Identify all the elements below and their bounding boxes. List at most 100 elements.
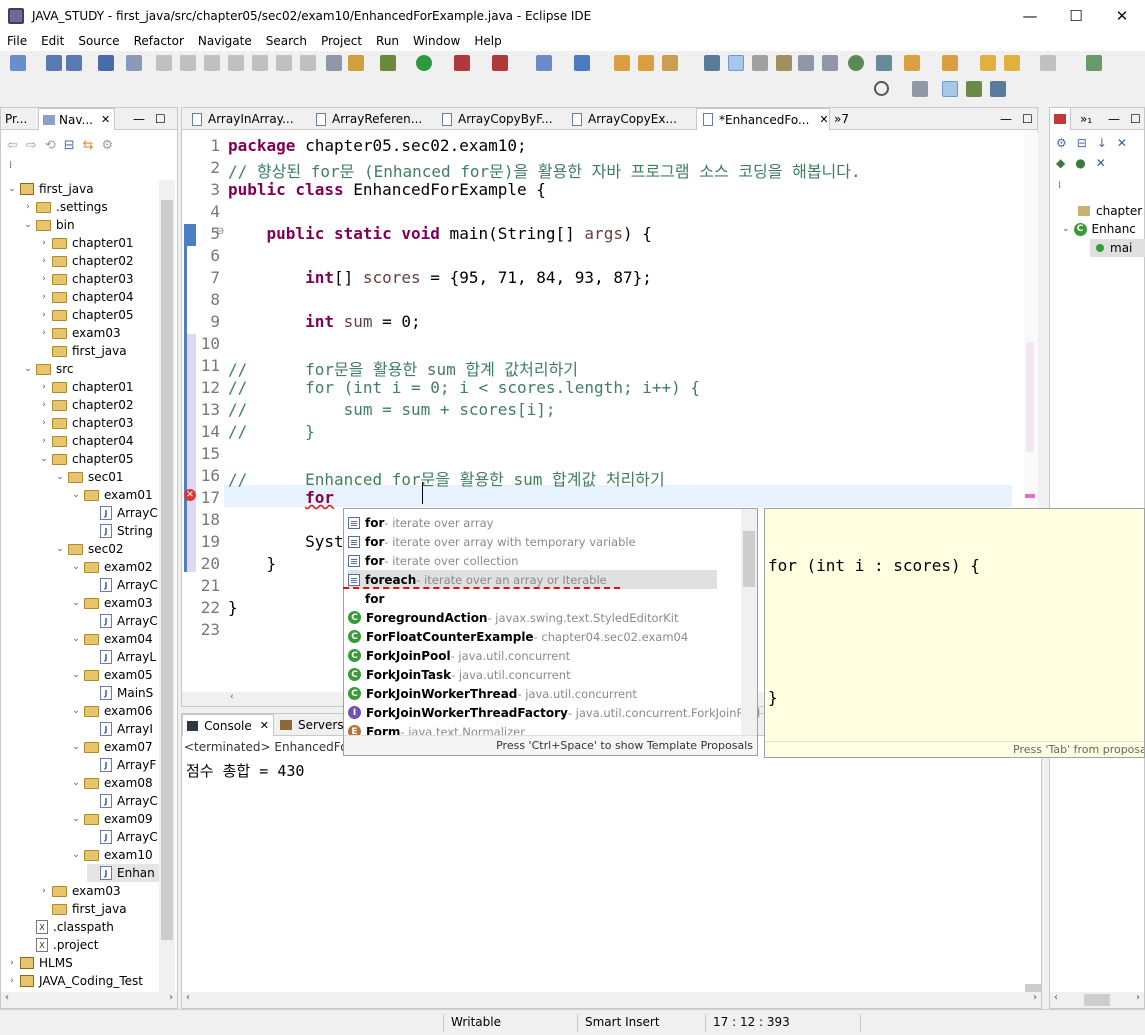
tree-item[interactable]: X .project — [23, 936, 98, 954]
console-scroll-corner[interactable] — [1025, 984, 1041, 992]
chevron-down-icon[interactable]: ⌄ — [71, 742, 81, 752]
suspend-icon[interactable] — [180, 55, 196, 71]
maximize-view-icon[interactable]: ☐ — [1126, 108, 1145, 130]
tree-item[interactable]: ⌄ exam06 — [71, 702, 152, 720]
chevron-down-icon[interactable]: ⌄ — [55, 472, 65, 482]
tree-item[interactable]: › chapter02 — [39, 396, 133, 414]
open-type-icon[interactable] — [614, 55, 630, 71]
search-icon[interactable] — [874, 81, 889, 96]
outline-item-method[interactable]: mai — [1090, 239, 1145, 257]
editor-tab[interactable]: ArrayInArray... — [186, 108, 304, 130]
save-icon[interactable] — [46, 55, 62, 71]
chevron-down-icon[interactable]: ⌄ — [23, 220, 33, 230]
chevron-right-icon[interactable]: › — [39, 274, 49, 284]
tab-servers[interactable]: Servers — [276, 714, 348, 736]
chevron-down-icon[interactable]: ⌄ — [71, 490, 81, 500]
new-class-icon[interactable] — [574, 55, 590, 71]
menu-edit[interactable]: Edit — [34, 34, 71, 48]
tree-item[interactable]: J ArrayF — [87, 756, 156, 774]
up-icon[interactable]: ⟲ — [45, 138, 56, 156]
code-line[interactable]: for — [228, 488, 334, 507]
chevron-down-icon[interactable]: ⌄ — [71, 562, 81, 572]
close-button[interactable]: ✕ — [1099, 0, 1145, 31]
menu-project[interactable]: Project — [314, 34, 369, 48]
sort-icon[interactable]: ↓ — [1097, 136, 1107, 150]
hide-local-types-icon[interactable]: ✕ — [1096, 156, 1106, 170]
chevron-right-icon[interactable]: › — [39, 292, 49, 302]
code-line[interactable]: public class EnhancedForExample { — [228, 180, 546, 199]
skip-breakpoints-icon[interactable] — [126, 55, 142, 71]
chevron-right-icon[interactable]: › — [39, 328, 49, 338]
navigator-hscrollbar[interactable]: ‹ › — [1, 992, 177, 1008]
chevron-down-icon[interactable]: ⌄ — [55, 544, 65, 554]
tree-item[interactable]: ⌄ exam02 — [71, 558, 152, 576]
tree-item[interactable]: ⌄ sec01 — [55, 468, 123, 486]
tree-item[interactable]: J ArrayC — [87, 576, 158, 594]
proposal-item[interactable]: C ForkJoinTask - java.util.concurrent — [348, 665, 571, 684]
hide-static-icon[interactable]: ◆ — [1056, 156, 1065, 170]
view-menu-icon[interactable]: ⁞ — [9, 160, 12, 171]
open-task-icon[interactable] — [638, 55, 654, 71]
proposal-item[interactable]: for — [348, 589, 384, 608]
forward-icon[interactable] — [1040, 55, 1056, 71]
tree-item[interactable]: ⌄ exam09 — [71, 810, 152, 828]
build-icon[interactable] — [348, 55, 364, 71]
menu-navigate[interactable]: Navigate — [191, 34, 259, 48]
chevron-right-icon[interactable]: › — [39, 418, 49, 428]
tree-item[interactable]: J String — [87, 522, 153, 540]
code-line[interactable]: package chapter05.sec02.exam10; — [228, 136, 527, 155]
code-line[interactable]: Syst — [228, 532, 344, 551]
navigator-scrollbar[interactable] — [159, 180, 175, 996]
back-icon[interactable] — [1004, 55, 1020, 71]
chevron-right-icon[interactable]: › — [39, 238, 49, 248]
chevron-right-icon[interactable]: › — [7, 958, 17, 968]
tree-item[interactable]: ⌄ sec02 — [55, 540, 123, 558]
new-icon[interactable] — [10, 55, 26, 71]
annotation-icon[interactable] — [704, 55, 720, 71]
outline-item-package[interactable]: chapter — [1078, 204, 1142, 218]
proposal-item[interactable]: C ForkJoinPool - java.util.concurrent — [348, 646, 570, 665]
close-icon[interactable]: ✕ — [101, 113, 110, 126]
chevron-right-icon[interactable]: › — [39, 886, 49, 896]
toggle-mark-icon[interactable] — [776, 55, 792, 71]
tree-item[interactable]: › exam03 — [39, 882, 120, 900]
chevron-right-icon[interactable]: › — [39, 436, 49, 446]
back-icon[interactable]: ⇦ — [7, 138, 18, 156]
chevron-down-icon[interactable]: ⌄ — [39, 454, 49, 464]
tree-item[interactable]: › .settings — [23, 198, 107, 216]
terminal-icon[interactable] — [98, 55, 114, 71]
code-line[interactable]: public static void main(String[] args) { — [228, 224, 652, 243]
open-perspective-icon[interactable] — [912, 81, 928, 97]
close-icon[interactable]: ✕ — [260, 719, 269, 732]
code-line[interactable]: } — [228, 554, 277, 573]
tree-item[interactable]: ⌄ exam01 — [71, 486, 152, 504]
maximize-editor-icon[interactable] — [1086, 55, 1102, 71]
chevron-down-icon[interactable]: ⌄ — [71, 850, 81, 860]
code-line[interactable]: // for문을 활용한 sum 합계 값처리하기 — [228, 356, 578, 380]
menu-file[interactable]: File — [0, 34, 34, 48]
proposal-item[interactable]: for - iterate over collection — [348, 551, 518, 570]
tree-item[interactable]: › chapter01 — [39, 378, 133, 396]
minimize-view-icon[interactable]: — — [129, 108, 149, 130]
prev-annotation-icon[interactable] — [942, 55, 958, 71]
console-hscrollbar[interactable]: ‹ › — [182, 992, 1041, 1008]
git-perspective-icon[interactable] — [990, 81, 1006, 97]
code-line[interactable]: // 향상된 for문 (Enhanced for문)을 활용한 자바 프로그램… — [228, 158, 861, 182]
filter-icon[interactable]: ⚙ — [102, 138, 114, 156]
proposal-item[interactable]: C ForkJoinWorkerThread - java.util.concur… — [348, 684, 637, 703]
chevron-right-icon[interactable]: › — [7, 976, 17, 986]
tree-item[interactable]: ⌄ first_java — [7, 180, 93, 198]
resume-icon[interactable] — [156, 55, 172, 71]
external-tools-icon[interactable] — [492, 55, 508, 71]
tree-item[interactable]: › chapter04 — [39, 432, 133, 450]
code-line[interactable]: int[] scores = {95, 71, 84, 93, 87}; — [228, 268, 652, 287]
tree-item[interactable]: ⌄ exam03 — [71, 594, 152, 612]
outline-hscrollbar[interactable]: ‹ › — [1050, 992, 1144, 1008]
chevron-right-icon[interactable]: › — [39, 400, 49, 410]
step-return-icon[interactable] — [300, 55, 316, 71]
menu-window[interactable]: Window — [406, 34, 467, 48]
proposal-item[interactable]: for - iterate over array — [348, 513, 493, 532]
debug-icon[interactable] — [380, 55, 396, 71]
editor-tab[interactable]: ArrayCopyEx... — [566, 108, 690, 130]
tree-item[interactable]: J ArrayC — [87, 828, 158, 846]
